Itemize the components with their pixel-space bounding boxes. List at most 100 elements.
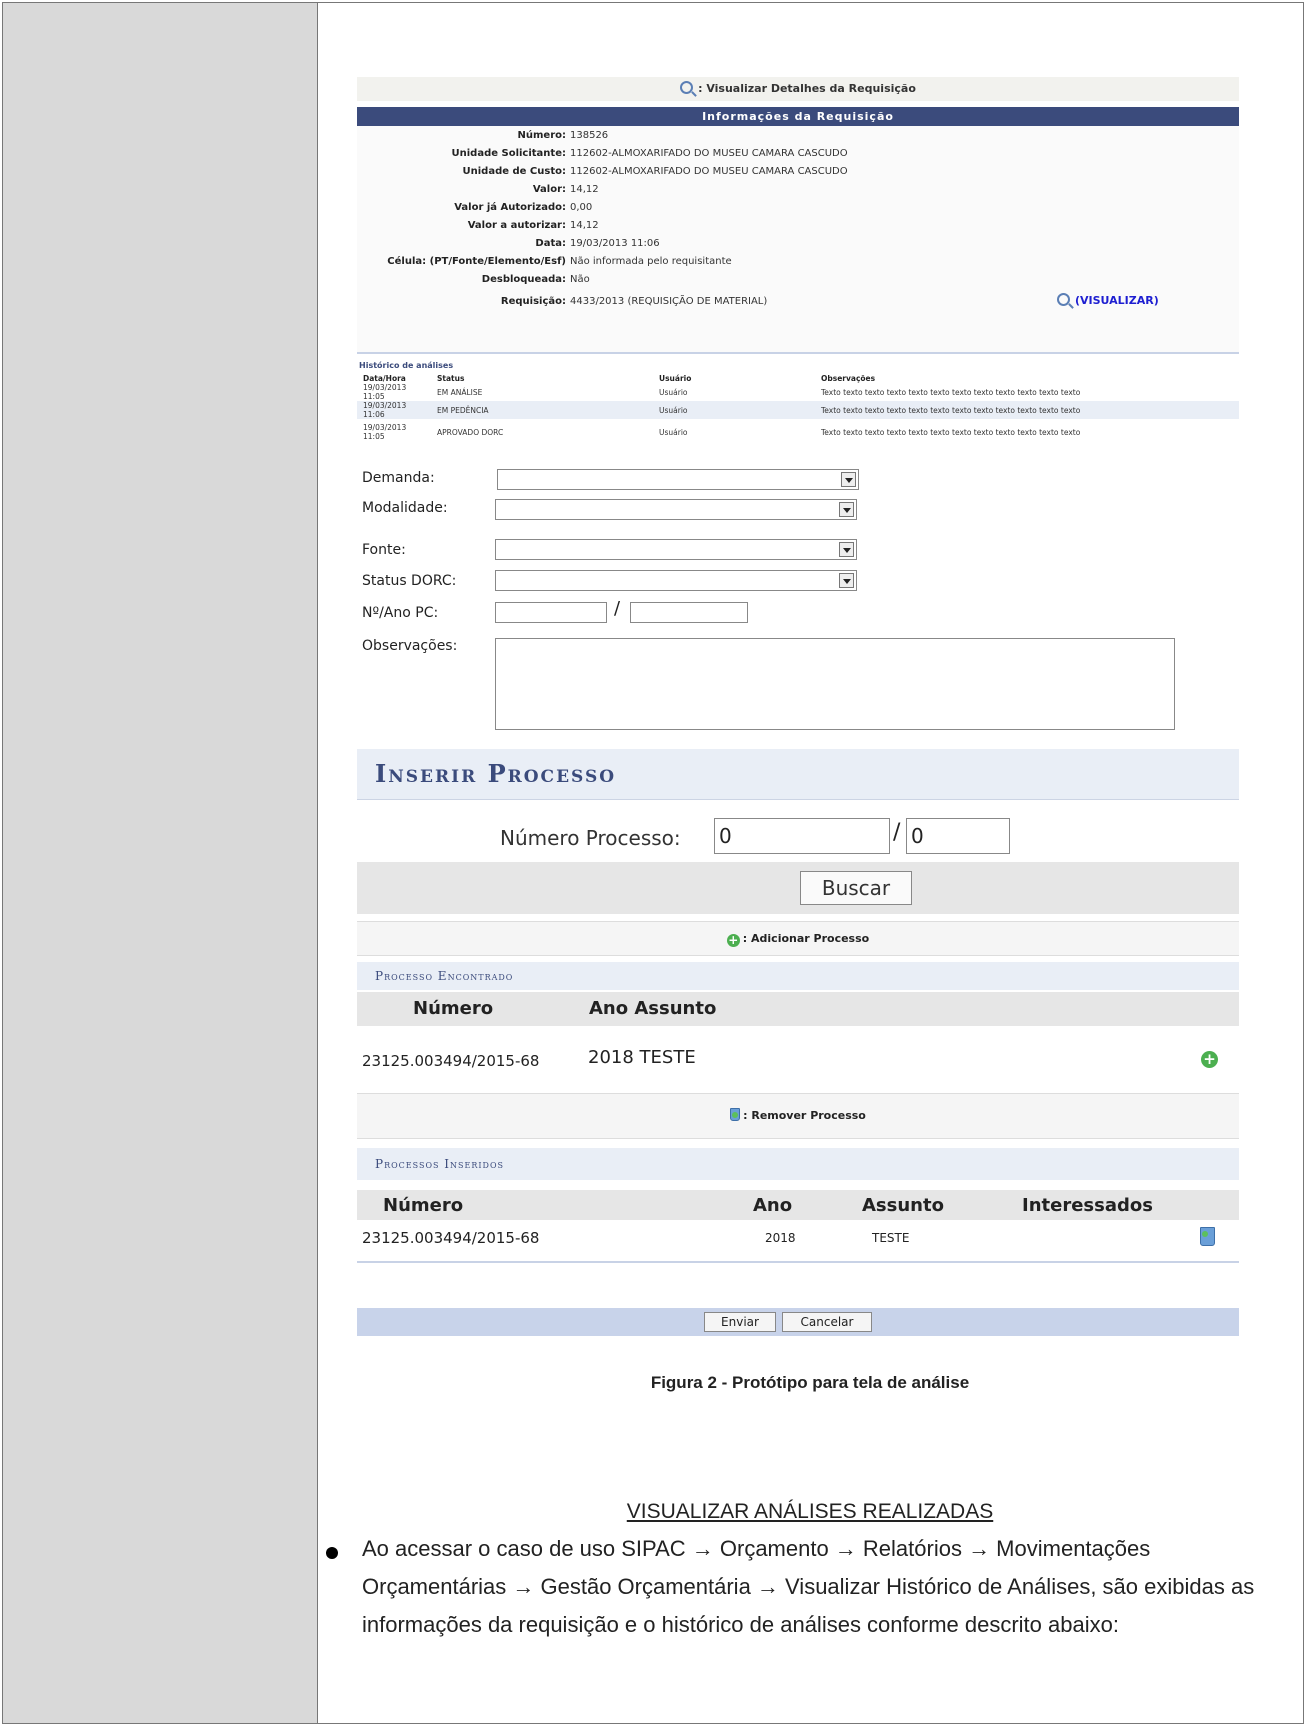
info-row: Valor: 14,12: [357, 180, 1239, 199]
fonte-label: Fonte:: [362, 542, 406, 558]
info-value: 14,12: [570, 184, 599, 195]
modalidade-label: Modalidade:: [362, 500, 448, 516]
info-label: Desbloqueada:: [481, 274, 566, 285]
slash: /: [614, 598, 621, 619]
info-value: 14,12: [570, 220, 599, 231]
info-value: 19/03/2013 11:06: [570, 238, 660, 249]
adicionar-legend: +: Adicionar Processo: [357, 921, 1239, 956]
trash-icon: [730, 1108, 741, 1121]
inserir-processo-title: Inserir Processo: [375, 759, 617, 788]
info-row: Unidade Solicitante: 112602-ALMOXARIFADO …: [357, 144, 1239, 163]
legend-text: : Visualizar Detalhes da Requisição: [698, 82, 916, 95]
cell: Usuário: [659, 427, 688, 437]
info-row: Valor a autorizar: 14,12: [357, 216, 1239, 235]
visualizar-link[interactable]: (VISUALIZAR): [1057, 291, 1159, 310]
status-dorc-select[interactable]: [495, 570, 857, 591]
col-header: Data/Hora: [363, 373, 406, 383]
status-dorc-label: Status DORC:: [362, 573, 457, 589]
trash-icon: [1200, 1227, 1215, 1246]
info-label: Data:: [535, 238, 566, 249]
processos-inseridos-title: Processos Inseridos: [357, 1148, 1239, 1180]
processo-numero-input[interactable]: 0: [714, 818, 890, 854]
info-row: Valor já Autorizado: 0,00: [357, 198, 1239, 217]
historico-title: Histórico de análises: [359, 361, 454, 370]
cell: Texto texto texto texto texto texto text…: [815, 401, 1239, 419]
processo-encontrado-title: Processo Encontrado: [357, 962, 1239, 990]
chevron-down-icon: [839, 502, 854, 517]
cell: 19/03/2013 11:05: [363, 423, 407, 441]
info-label: Célula: (PT/Fonte/Elemento/Esf): [387, 256, 566, 267]
table-header-row: Data/Hora Status Usuário Observações: [357, 373, 1239, 383]
encontrado-numero: 23125.003494/2015-68: [362, 1052, 540, 1070]
info-row: Requisição: 4433/2013 (REQUISIÇÃO DE MATE…: [357, 292, 1239, 311]
col-header-ano-assunto: Ano Assunto: [589, 998, 717, 1019]
add-processo-button[interactable]: +: [1201, 1047, 1221, 1068]
numero-processo-label: Número Processo:: [500, 826, 681, 850]
chevron-down-icon: [839, 542, 854, 557]
cell: APROVADO DORC: [437, 427, 504, 437]
info-box: Número: 138526 Unidade Solicitante: 112602…: [357, 126, 1239, 354]
inseridos-numero: 23125.003494/2015-68: [362, 1229, 540, 1247]
info-label: Número:: [517, 130, 567, 141]
pc-numero-input[interactable]: [495, 602, 607, 623]
cell: Texto texto texto texto texto texto text…: [821, 427, 1081, 437]
buscar-band: Buscar: [357, 862, 1239, 914]
fonte-select[interactable]: [495, 539, 857, 560]
cell: EM ANÁLISE: [437, 387, 483, 397]
info-label: Unidade Solicitante:: [451, 148, 567, 159]
info-row: Célula: (PT/Fonte/Elemento/Esf) Não infor…: [357, 252, 1239, 271]
cell: Usuário: [659, 387, 688, 397]
inseridos-assunto: TESTE: [872, 1231, 910, 1245]
cell: 19/03/2013 11:06: [357, 401, 431, 419]
chevron-down-icon: [841, 472, 856, 487]
section-heading: VISUALIZAR ANÁLISES REALIZADAS: [626, 1500, 994, 1523]
encontrado-ano-assunto: 2018 TESTE: [588, 1047, 696, 1068]
divider: [357, 1261, 1239, 1263]
adicionar-legend-text: : Adicionar Processo: [742, 932, 870, 945]
observacoes-textarea[interactable]: [495, 638, 1175, 730]
info-value: Não: [570, 274, 590, 285]
table-row: 19/03/2013 11:05 EM ANÁLISE Usuário Text…: [357, 383, 1239, 401]
col-header: Usuário: [659, 373, 692, 383]
buscar-button[interactable]: Buscar: [800, 871, 912, 905]
info-value: 112602-ALMOXARIFADO DO MUSEU CAMARA CASC…: [570, 166, 848, 177]
info-value: 0,00: [570, 202, 593, 213]
encontrado-header: Número Ano Assunto: [357, 992, 1239, 1026]
info-label: Valor a autorizar:: [467, 220, 566, 231]
cell: Texto texto texto texto texto texto text…: [821, 387, 1081, 397]
modalidade-select[interactable]: [495, 499, 857, 520]
info-label: Requisição:: [500, 296, 566, 307]
left-column: [3, 3, 318, 1723]
demanda-select[interactable]: [497, 469, 859, 490]
magnifier-icon: [680, 81, 694, 94]
body-paragraph: Ao acessar o caso de uso SIPAC → Orçamen…: [362, 1536, 1255, 1637]
info-value: 112602-ALMOXARIFADO DO MUSEU CAMARA CASC…: [570, 148, 848, 159]
remove-processo-button[interactable]: [1200, 1227, 1218, 1248]
demanda-label: Demanda:: [362, 470, 435, 486]
cell: 19/03/2013 11:05: [363, 383, 407, 401]
info-value: Não informada pelo requisitante: [570, 256, 732, 267]
historico-table: Data/Hora Status Usuário Observações 19/…: [357, 373, 1239, 441]
cell: EM PEDÊNCIA: [431, 401, 653, 419]
inserir-processo-header: Inserir Processo: [357, 749, 1239, 800]
info-row: Desbloqueada: Não: [357, 270, 1239, 289]
info-label: Valor:: [532, 184, 566, 195]
table-row: 19/03/2013 11:06 EM PEDÊNCIA Usuário Tex…: [357, 401, 1239, 419]
cancelar-button[interactable]: Cancelar: [782, 1312, 872, 1332]
info-row: Unidade de Custo: 112602-ALMOXARIFADO DO …: [357, 162, 1239, 181]
info-header: Informações da Requisição: [357, 107, 1239, 126]
processo-ano-input[interactable]: 0: [906, 818, 1010, 854]
col-header-assunto: Assunto: [862, 1195, 944, 1216]
inseridos-ano: 2018: [765, 1231, 796, 1245]
info-label: Valor já Autorizado:: [454, 202, 566, 213]
visualizar-label: (VISUALIZAR): [1075, 294, 1159, 307]
col-header: Observações: [821, 373, 876, 383]
col-header-numero: Número: [383, 1195, 464, 1216]
col-header-interessados: Interessados: [1022, 1195, 1153, 1216]
actions-bar: Enviar Cancelar: [357, 1308, 1239, 1336]
table-row: 19/03/2013 11:05 APROVADO DORC Usuário T…: [357, 419, 1239, 441]
pc-ano-input[interactable]: [630, 602, 748, 623]
enviar-button[interactable]: Enviar: [704, 1312, 776, 1332]
info-label: Unidade de Custo:: [462, 166, 566, 177]
col-header-ano: Ano: [753, 1195, 793, 1216]
